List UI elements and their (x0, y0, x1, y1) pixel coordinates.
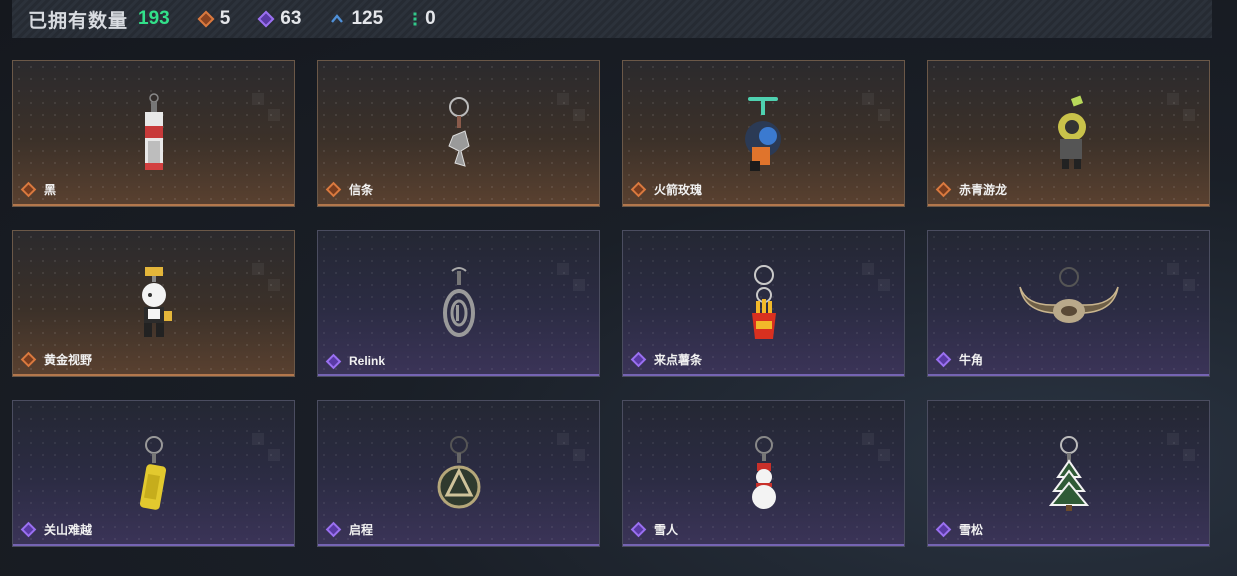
blue-rarity-count: 125 (331, 8, 383, 30)
item-card[interactable]: 雪人 (622, 400, 905, 547)
keychain-tag-icon (144, 93, 163, 170)
item-card[interactable]: 黑 (12, 60, 295, 207)
green-rarity-count: 0 (413, 8, 436, 30)
item-card[interactable]: 赤青游龙 (927, 60, 1210, 207)
orange-diamond-icon (935, 181, 952, 198)
purple-diamond-icon (20, 521, 37, 538)
item-name: 雪人 (654, 523, 679, 537)
item-name: Relink (349, 354, 386, 368)
owned-total-count: 193 (138, 8, 170, 29)
owned-count-label: 已拥有数量 (28, 10, 129, 32)
keychain-medallion-icon (442, 267, 475, 337)
item-card[interactable]: 关山难越 (12, 400, 295, 547)
item-name: 关山难越 (44, 523, 93, 537)
purple-diamond-icon (935, 351, 952, 368)
orange-diamond-icon (20, 351, 37, 368)
owned-count-header: 已拥有数量 193 5 63 125 0 (12, 0, 1212, 38)
keychain-dragon-figure-icon (1057, 95, 1086, 169)
orange-diamond-icon (630, 181, 647, 198)
purple-rarity-count: 63 (257, 8, 301, 30)
item-card[interactable]: 来点薯条 (622, 230, 905, 377)
item-name: 雪松 (959, 523, 984, 537)
orange-diamond-icon (325, 181, 342, 198)
keychain-snowman-icon (751, 436, 776, 509)
orange-diamond-icon (20, 181, 37, 198)
item-name: 牛角 (959, 353, 984, 367)
orange-rarity-count: 5 (197, 8, 230, 30)
item-name: 黑 (44, 183, 57, 197)
item-card[interactable]: 雪松 (927, 400, 1210, 547)
green-dots-icon (413, 12, 417, 26)
item-card[interactable]: 牛角 (927, 230, 1210, 377)
keychain-fries-icon (751, 265, 776, 339)
item-name: 启程 (349, 523, 374, 537)
orange-diamond-icon (197, 10, 215, 28)
blue-chevron-icon (331, 14, 344, 23)
item-card[interactable]: 启程 (317, 400, 600, 547)
item-card[interactable]: 火箭玫瑰 (622, 60, 905, 207)
keychain-emblem-icon (437, 436, 480, 509)
item-card[interactable]: 信条 (317, 60, 600, 207)
keychain-tree-icon (1048, 436, 1089, 511)
purple-diamond-icon (630, 351, 647, 368)
keychain-charm-icon (447, 97, 470, 167)
item-name: 来点薯条 (654, 353, 703, 367)
item-name: 信条 (349, 183, 374, 197)
item-card[interactable]: Relink (317, 230, 600, 377)
purple-diamond-icon (935, 521, 952, 538)
purple-diamond-icon (325, 353, 342, 369)
purple-diamond-icon (257, 10, 275, 28)
keychain-maid-figure-icon (141, 267, 172, 337)
keychain-can-icon (139, 436, 166, 510)
keychain-rocket-figure-icon (744, 97, 781, 171)
item-name: 赤青游龙 (959, 183, 1008, 197)
item-name: 火箭玫瑰 (654, 183, 703, 197)
item-card[interactable]: 黄金视野 (12, 230, 295, 377)
item-name: 黄金视野 (44, 353, 93, 367)
keychain-horns-icon (1018, 267, 1119, 323)
purple-diamond-icon (630, 521, 647, 538)
purple-diamond-icon (325, 521, 342, 538)
